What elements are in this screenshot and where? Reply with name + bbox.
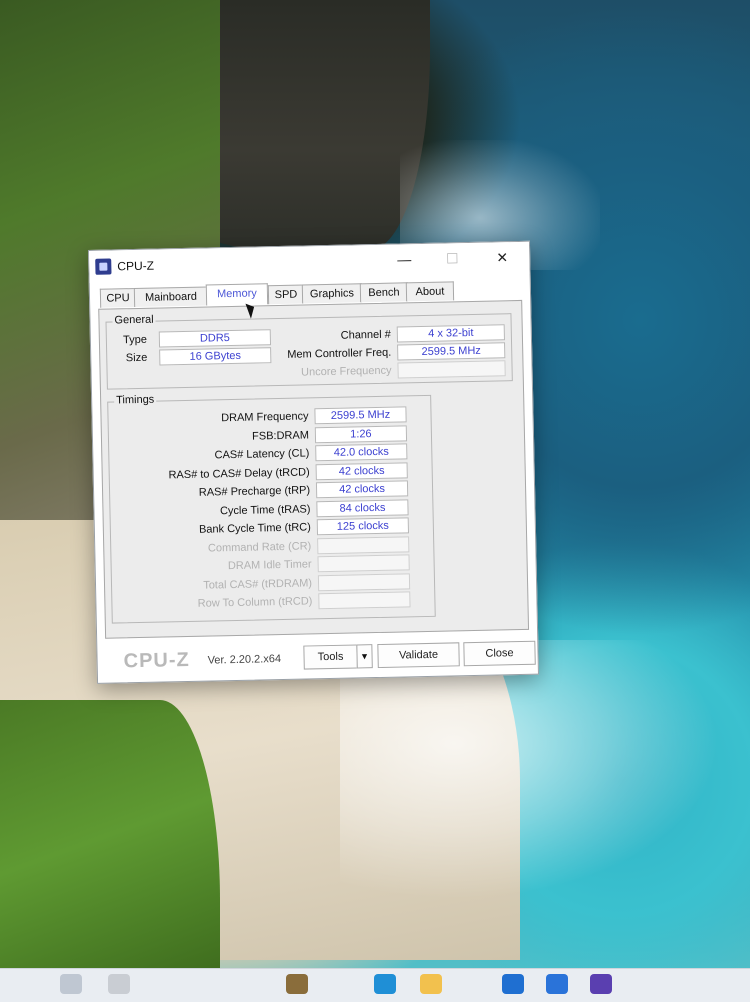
cpu-z-app-icon <box>95 258 112 275</box>
timing-label: Bank Cycle Time (tRC) <box>198 521 311 536</box>
window-titlebar[interactable]: CPU-Z — ☐ ✕ <box>89 241 530 283</box>
channel-value: 4 x 32-bit <box>396 324 505 343</box>
close-window-button[interactable]: ✕ <box>487 246 517 269</box>
tab-spd[interactable]: SPD <box>267 284 305 305</box>
timing-label: RAS# Precharge (tRP) <box>198 484 311 499</box>
version-text: Ver. 2.20.2.x64 <box>207 653 282 667</box>
wallpaper-grass <box>0 700 220 970</box>
timing-label: Cycle Time (tRAS) <box>219 502 311 517</box>
timing-value <box>318 591 411 610</box>
timing-value: 42 clocks <box>315 480 409 499</box>
edge-icon[interactable] <box>374 974 396 994</box>
type-value: DDR5 <box>158 329 272 348</box>
timing-label: DRAM Idle Timer <box>227 558 312 573</box>
timing-value: 42 clocks <box>315 461 408 480</box>
memory-panel: General Type DDR5 Size 16 GBytes Channel… <box>98 299 530 639</box>
timing-value: 84 clocks <box>316 498 409 517</box>
minimize-button[interactable]: — <box>389 248 419 271</box>
tab-graphics[interactable]: Graphics <box>301 283 363 304</box>
store-icon[interactable] <box>502 974 524 994</box>
timings-group: Timings DRAM Frequency 2599.5 MHz FSB:DRAM… <box>107 393 436 624</box>
tab-cpu[interactable]: CPU <box>99 288 137 308</box>
timing-label: DRAM Frequency <box>221 410 309 425</box>
outlook-icon[interactable] <box>546 974 568 994</box>
timing-value: 2599.5 MHz <box>314 406 407 425</box>
close-button[interactable]: Close <box>463 640 536 667</box>
general-group-title: General <box>112 313 156 327</box>
mem-controller-freq-label: Mem Controller Freq. <box>287 346 392 361</box>
channel-label: Channel # <box>340 328 391 342</box>
tools-button[interactable]: Tools <box>303 644 358 670</box>
mem-controller-freq-value: 2599.5 MHz <box>397 342 506 361</box>
timing-value: 42.0 clocks <box>315 443 408 462</box>
widgets-icon[interactable] <box>286 974 308 994</box>
tab-mainboard[interactable]: Mainboard <box>133 286 209 308</box>
timing-value <box>317 535 410 554</box>
timing-value: 125 clocks <box>316 517 410 536</box>
maximize-button[interactable]: ☐ <box>437 247 467 270</box>
timings-group-title: Timings <box>114 393 157 407</box>
timing-label: RAS# to CAS# Delay (tRCD) <box>168 465 310 481</box>
timing-label: Command Rate (CR) <box>207 539 312 555</box>
timing-label: FSB:DRAM <box>251 428 310 443</box>
wallpaper-surf <box>340 640 720 900</box>
windows-taskbar <box>0 968 750 1002</box>
general-group: General Type DDR5 Size 16 GBytes Channel… <box>105 313 513 390</box>
start-icon[interactable] <box>60 974 82 994</box>
uncore-frequency-value <box>397 360 506 379</box>
cpu-z-window: CPU-Z — ☐ ✕ CPU Mainboard Memory SPD Gra… <box>88 240 539 684</box>
timing-value: 1:26 <box>314 424 408 443</box>
cpu-z-taskbar-icon[interactable] <box>590 974 612 994</box>
timing-value <box>317 572 411 591</box>
tab-bench[interactable]: Bench <box>359 282 409 303</box>
window-title: CPU-Z <box>117 258 155 274</box>
timing-label: Total CAS# (tRDRAM) <box>203 576 313 592</box>
tools-dropdown-caret-icon[interactable]: ▼ <box>356 644 373 669</box>
timing-label: CAS# Latency (CL) <box>214 447 310 462</box>
file-explorer-icon[interactable] <box>420 974 442 994</box>
size-value: 16 GBytes <box>159 347 272 366</box>
tab-memory[interactable]: Memory <box>205 283 269 306</box>
validate-button[interactable]: Validate <box>377 642 460 669</box>
type-label: Type <box>122 333 148 347</box>
footer-bar: CPU-Z Ver. 2.20.2.x64 Tools ▼ Validate C… <box>97 632 538 683</box>
size-label: Size <box>125 351 148 365</box>
tab-about[interactable]: About <box>405 281 455 302</box>
timing-value <box>317 554 410 573</box>
cpu-z-brand-logo: CPU-Z <box>123 648 190 673</box>
search-icon[interactable] <box>108 974 130 994</box>
timing-label: Row To Column (tRCD) <box>197 595 313 610</box>
uncore-frequency-label: Uncore Frequency <box>300 364 392 379</box>
